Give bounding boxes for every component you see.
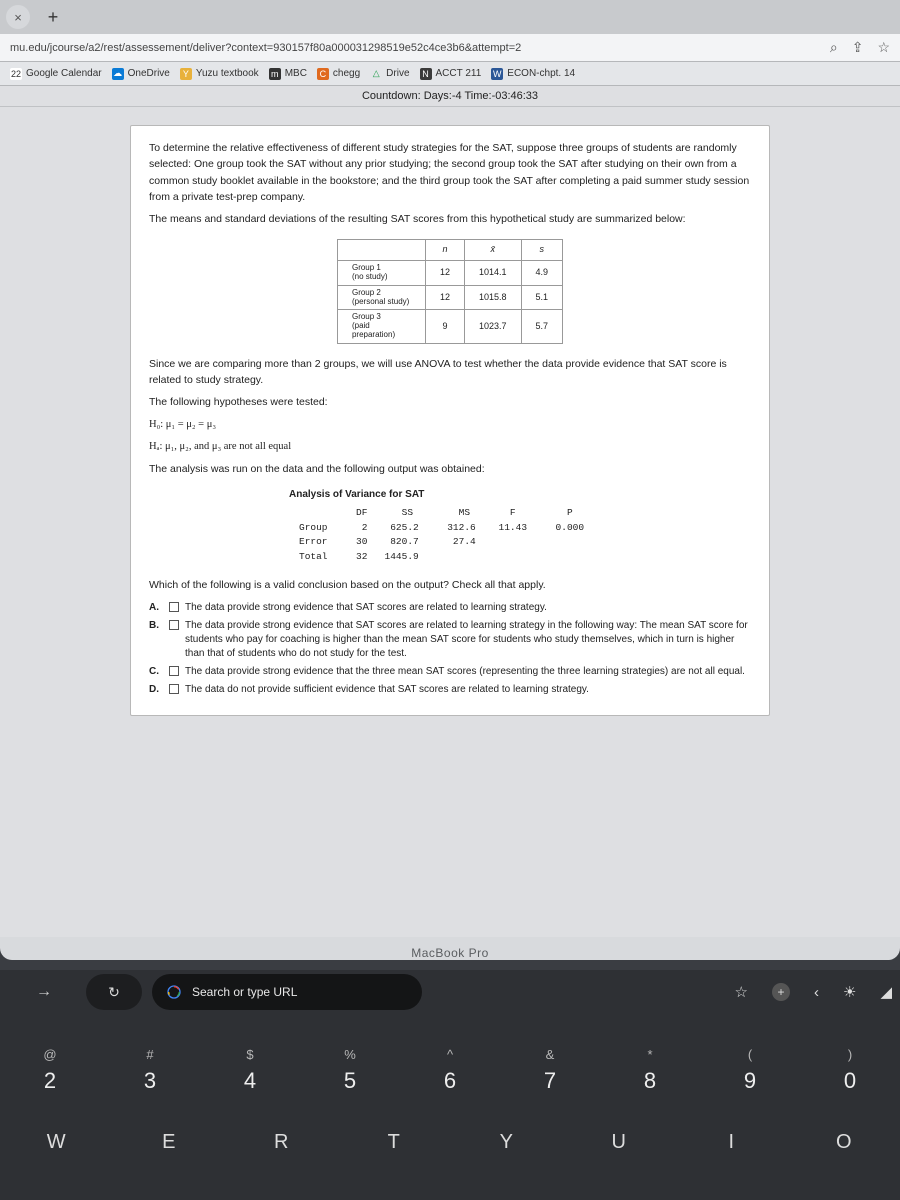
refresh-key[interactable]: ↻: [86, 974, 142, 1010]
bookmark-label: Drive: [386, 68, 409, 79]
bookmark-label: ACCT 211: [436, 68, 482, 79]
search-placeholder: Search or type URL: [192, 985, 297, 999]
keyboard-key[interactable]: O: [788, 1112, 900, 1172]
new-tab-button[interactable]: +: [42, 6, 64, 28]
answer-options: A. The data provide strong evidence that…: [149, 601, 751, 697]
bookmark-item[interactable]: Cchegg: [317, 68, 360, 80]
letter-row: WERTYUIO: [0, 1112, 900, 1172]
bookmark-icon: ☁: [112, 68, 124, 80]
keyboard-key[interactable]: E: [113, 1112, 226, 1172]
bookmark-item[interactable]: ☁ OneDrive: [112, 68, 170, 80]
table-row: Group 1 (no study) 12 1014.1 4.9: [337, 261, 562, 286]
search-bar[interactable]: Search or type URL: [152, 974, 422, 1010]
hypothesis-alt: Hₐ: μ₁, μ₂, and μ₃ are not all equal: [149, 439, 751, 455]
bookmark-icon: △: [370, 68, 382, 80]
hypothesis-null: H₀: μ₁ = μ₂ = μ₃: [149, 417, 751, 433]
share-icon[interactable]: ⇪: [852, 39, 864, 56]
keyboard-key[interactable]: %5: [300, 1028, 400, 1112]
bookmark-icon: Y: [180, 68, 192, 80]
keyboard-key[interactable]: Y: [450, 1112, 563, 1172]
star-icon[interactable]: ☆: [877, 39, 890, 56]
address-bar[interactable]: mu.edu/jcourse/a2/rest/assessement/deliv…: [0, 34, 900, 62]
bookmark-label: MBC: [285, 68, 307, 79]
question-prompt: Which of the following is a valid conclu…: [149, 577, 751, 593]
bookmark-label: Yuzu textbook: [196, 68, 259, 79]
option-a: A. The data provide strong evidence that…: [149, 601, 751, 615]
table-row: Group 3 (paid preparation) 9 1023.7 5.7: [337, 310, 562, 343]
number-row: @2#3$4%5^6&7*8(9)0: [0, 1028, 900, 1112]
bookmark-item[interactable]: N ACCT 211: [420, 68, 482, 80]
kb-volume-icon[interactable]: ◢: [880, 983, 892, 1001]
bookmark-item[interactable]: △ Drive: [370, 68, 409, 80]
kb-brightness-icon[interactable]: ☀: [843, 983, 856, 1001]
close-tab-button[interactable]: ×: [6, 5, 30, 29]
nav-forward-key[interactable]: →: [8, 974, 80, 1010]
bookmark-item[interactable]: Y Yuzu textbook: [180, 68, 259, 80]
keyboard-key[interactable]: I: [675, 1112, 788, 1172]
anova-output: DF SS MS F P Group 2 625.2 312.6 11.43 0…: [299, 506, 751, 565]
bookmark-item[interactable]: 22 Google Calendar: [10, 68, 102, 80]
anova-title: Analysis of Variance for SAT: [289, 487, 751, 503]
keyboard-key[interactable]: U: [563, 1112, 676, 1172]
keyboard-key[interactable]: T: [338, 1112, 451, 1172]
keyboard-key[interactable]: *8: [600, 1028, 700, 1112]
bookmark-icon: W: [491, 68, 503, 80]
bookmark-icon: 22: [10, 68, 22, 80]
url-text: mu.edu/jcourse/a2/rest/assessement/deliv…: [10, 42, 521, 54]
checkbox-b[interactable]: [169, 620, 179, 630]
bookmark-item[interactable]: W ECON-chpt. 14: [491, 68, 575, 80]
question-p5: The analysis was run on the data and the…: [149, 461, 751, 477]
kb-back-icon[interactable]: ‹: [814, 984, 819, 1001]
page-content: To determine the relative effectiveness …: [0, 107, 900, 937]
keyboard: → ↻ Search or type URL ☆ + ‹ ☀ ◢ @2#3$4%…: [0, 970, 900, 1200]
table-row: Group 2 (personal study) 12 1015.8 5.1: [337, 285, 562, 310]
keyboard-key[interactable]: (9: [700, 1028, 800, 1112]
option-c: C. The data provide strong evidence that…: [149, 665, 751, 679]
keyboard-key[interactable]: @2: [0, 1028, 100, 1112]
keyboard-key[interactable]: )0: [800, 1028, 900, 1112]
keyboard-key[interactable]: $4: [200, 1028, 300, 1112]
option-b: B. The data provide strong evidence that…: [149, 619, 751, 661]
browser-tabbar: × +: [0, 0, 900, 34]
checkbox-a[interactable]: [169, 602, 179, 612]
url-actions: ⌕ ⇪ ☆: [830, 39, 890, 56]
bookmark-icon: m: [269, 68, 281, 80]
search-icon[interactable]: ⌕: [830, 39, 838, 56]
countdown-timer: Countdown: Days:-4 Time:-03:46:33: [0, 86, 900, 107]
stats-table: n x̄ s Group 1 (no study) 12 1014.1 4.9 …: [337, 239, 563, 344]
bookmark-icon: N: [420, 68, 432, 80]
question-card: To determine the relative effectiveness …: [130, 125, 770, 716]
keyboard-key[interactable]: #3: [100, 1028, 200, 1112]
bookmark-item[interactable]: m MBC: [269, 68, 307, 80]
checkbox-d[interactable]: [169, 684, 179, 694]
bookmark-label: chegg: [333, 68, 360, 79]
bookmarks-bar: 22 Google Calendar ☁ OneDrive Y Yuzu textbook…: [0, 62, 900, 86]
bookmark-label: OneDrive: [128, 68, 170, 79]
bookmark-label: ECON-chpt. 14: [507, 68, 575, 79]
question-intro-1: To determine the relative effectiveness …: [149, 140, 751, 205]
keyboard-key[interactable]: ^6: [400, 1028, 500, 1112]
macbook-label: MacBook Pro: [0, 940, 900, 960]
bookmark-icon: C: [317, 68, 329, 80]
keyboard-key[interactable]: R: [225, 1112, 338, 1172]
keyboard-key[interactable]: W: [0, 1112, 113, 1172]
bookmark-label: Google Calendar: [26, 68, 102, 79]
question-p3: Since we are comparing more than 2 group…: [149, 356, 751, 389]
question-p4: The following hypotheses were tested:: [149, 394, 751, 410]
question-intro-2: The means and standard deviations of the…: [149, 211, 751, 227]
google-icon: [166, 984, 182, 1000]
kb-plus-icon[interactable]: +: [772, 983, 790, 1001]
keyboard-key[interactable]: &7: [500, 1028, 600, 1112]
kb-star-icon[interactable]: ☆: [735, 983, 748, 1001]
option-d: D. The data do not provide sufficient ev…: [149, 683, 751, 697]
checkbox-c[interactable]: [169, 666, 179, 676]
